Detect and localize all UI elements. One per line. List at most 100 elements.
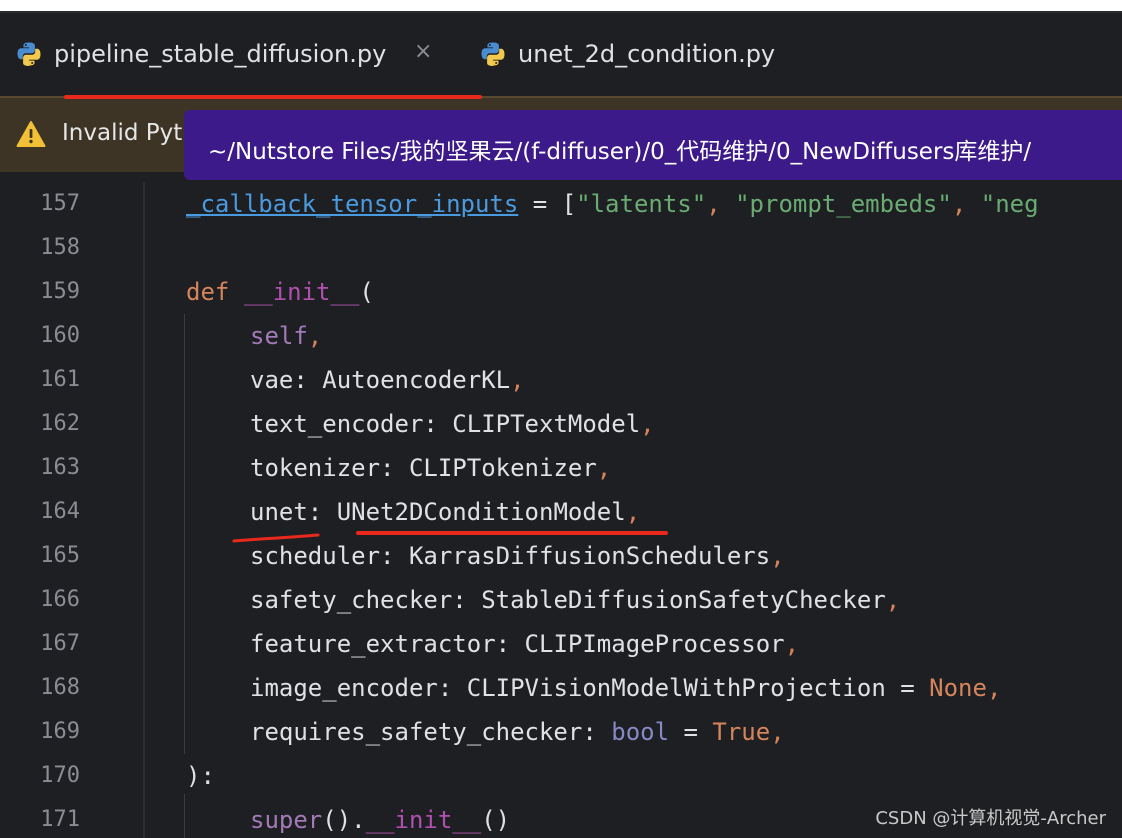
- line-number: 167: [40, 631, 80, 656]
- code-text: vae: AutoencoderKL,: [250, 358, 525, 402]
- code-line-169: 169 requires_safety_checker: bool = True…: [0, 710, 1122, 754]
- type-annotation[interactable]: StableDiffusionSafetyChecker: [481, 586, 886, 614]
- warning-text: Invalid Pyt: [62, 120, 183, 146]
- code-line-158: 158: [0, 226, 1122, 270]
- code-text: unet: UNet2DConditionModel,: [250, 490, 640, 534]
- parameter-name: image_encoder: [250, 674, 438, 702]
- code-line-163: 163 tokenizer: CLIPTokenizer,: [0, 446, 1122, 490]
- code-line-162: 162 text_encoder: CLIPTextModel,: [0, 402, 1122, 446]
- builtin-function[interactable]: super: [250, 806, 322, 834]
- warning-icon: [16, 121, 46, 147]
- type-annotation[interactable]: CLIPTextModel: [452, 410, 640, 438]
- red-annotation-underline: [356, 531, 668, 535]
- type-annotation[interactable]: CLIPTokenizer: [409, 454, 597, 482]
- code-editor[interactable]: 157 _callback_tensor_inputs = ["latents"…: [0, 182, 1122, 838]
- string-literal: "latents": [576, 190, 707, 218]
- code-text: text_encoder: CLIPTextModel,: [250, 402, 655, 446]
- code-line-159: 159 def __init__(: [0, 270, 1122, 314]
- line-number: 164: [40, 499, 80, 524]
- line-number: 160: [40, 323, 80, 348]
- watermark: CSDN @计算机视觉-Archer: [875, 808, 1106, 829]
- line-number: 165: [40, 543, 80, 568]
- keyword: def: [186, 278, 230, 306]
- line-number: 163: [40, 455, 80, 480]
- colon: :: [293, 366, 323, 394]
- method-name[interactable]: __init__: [366, 806, 482, 834]
- call-paren: (): [481, 806, 511, 834]
- separator: ,: [885, 586, 901, 614]
- red-annotation-underline: [64, 95, 482, 99]
- file-path-tooltip: ~/Nutstore Files/我的坚果云/(f-diffuser)/0_代码…: [184, 110, 1122, 180]
- paren: (: [359, 278, 374, 306]
- colon: :: [437, 674, 467, 702]
- line-number: 171: [40, 807, 80, 832]
- python-icon: [17, 42, 41, 66]
- colon: :: [423, 410, 453, 438]
- separator: ,: [625, 498, 641, 526]
- code-text: requires_safety_checker: bool = True,: [250, 710, 785, 754]
- line-number: 161: [40, 367, 80, 392]
- line-number: 162: [40, 411, 80, 436]
- line-number: 166: [40, 587, 80, 612]
- call-paren: ().: [322, 806, 366, 834]
- function-name[interactable]: __init__: [244, 278, 360, 306]
- parameter-name: tokenizer: [250, 454, 381, 482]
- python-icon: [481, 42, 505, 66]
- separator: ,: [770, 542, 785, 570]
- red-annotation-scribble: [232, 533, 320, 543]
- operator: = [: [518, 190, 577, 218]
- separator: ,: [307, 322, 323, 350]
- parameter-name: scheduler: [250, 542, 381, 570]
- colon: :: [380, 542, 409, 570]
- type-annotation[interactable]: AutoencoderKL: [322, 366, 510, 394]
- code-line-161: 161 vae: AutoencoderKL,: [0, 358, 1122, 402]
- close-icon[interactable]: ×: [414, 39, 432, 64]
- code-text: ):: [186, 762, 215, 790]
- code-text: def __init__(: [186, 270, 374, 314]
- code-text: image_encoder: CLIPVisionModelWithProjec…: [250, 666, 1001, 710]
- code-text: self,: [250, 314, 322, 358]
- separator: ,: [706, 190, 736, 218]
- code-line-165: 165 scheduler: KarrasDiffusionSchedulers…: [0, 534, 1122, 578]
- operator: =: [669, 718, 713, 746]
- colon: :: [582, 718, 612, 746]
- parameter-name: safety_checker: [250, 586, 453, 614]
- separator: ,: [986, 674, 1002, 702]
- type-annotation[interactable]: CLIPImageProcessor: [525, 630, 785, 658]
- line-number: 159: [40, 279, 80, 304]
- tab-unet-2d-condition[interactable]: unet_2d_condition.py: [480, 13, 775, 94]
- separator: ,: [784, 630, 800, 658]
- parameter-name: text_encoder: [250, 410, 424, 438]
- builtin-type[interactable]: bool: [611, 718, 669, 746]
- type-annotation[interactable]: UNet2DConditionModel: [337, 498, 626, 526]
- separator: ,: [510, 366, 525, 394]
- parameter-name: vae: [250, 366, 294, 394]
- code-line-166: 166 safety_checker: StableDiffusionSafet…: [0, 578, 1122, 622]
- code-text: feature_extractor: CLIPImageProcessor,: [250, 622, 799, 666]
- line-number: 157: [40, 191, 80, 216]
- type-annotation[interactable]: CLIPVisionModelWithProjection: [467, 674, 886, 702]
- string-literal: "prompt_embeds": [735, 190, 952, 218]
- top-window-strip: [0, 0, 1122, 11]
- code-line-157: 157 _callback_tensor_inputs = ["latents"…: [0, 182, 1122, 226]
- code-line-168: 168 image_encoder: CLIPVisionModelWithPr…: [0, 666, 1122, 710]
- operator: =: [885, 674, 930, 702]
- colon: :: [307, 498, 337, 526]
- identifier[interactable]: _callback_tensor_inputs: [186, 190, 518, 218]
- separator: ,: [640, 410, 655, 438]
- editor-tab-bar: pipeline_stable_diffusion.py × unet_2d_c…: [0, 13, 1122, 106]
- self-keyword: self: [250, 322, 308, 350]
- separator: ,: [596, 454, 612, 482]
- code-text: safety_checker: StableDiffusionSafetyChe…: [250, 578, 900, 622]
- code-text: tokenizer: CLIPTokenizer,: [250, 446, 611, 490]
- tab-pipeline-stable-diffusion[interactable]: pipeline_stable_diffusion.py: [16, 13, 386, 94]
- colon: :: [380, 454, 409, 482]
- type-annotation[interactable]: KarrasDiffusionSchedulers: [409, 542, 770, 570]
- parameter-name: requires_safety_checker: [250, 718, 583, 746]
- constant: None: [929, 674, 987, 702]
- separator: ,: [951, 190, 981, 218]
- code-line-164: 164 unet: UNet2DConditionModel,: [0, 490, 1122, 534]
- code-line-167: 167 feature_extractor: CLIPImageProcesso…: [0, 622, 1122, 666]
- code-line-170: 170 ):: [0, 754, 1122, 798]
